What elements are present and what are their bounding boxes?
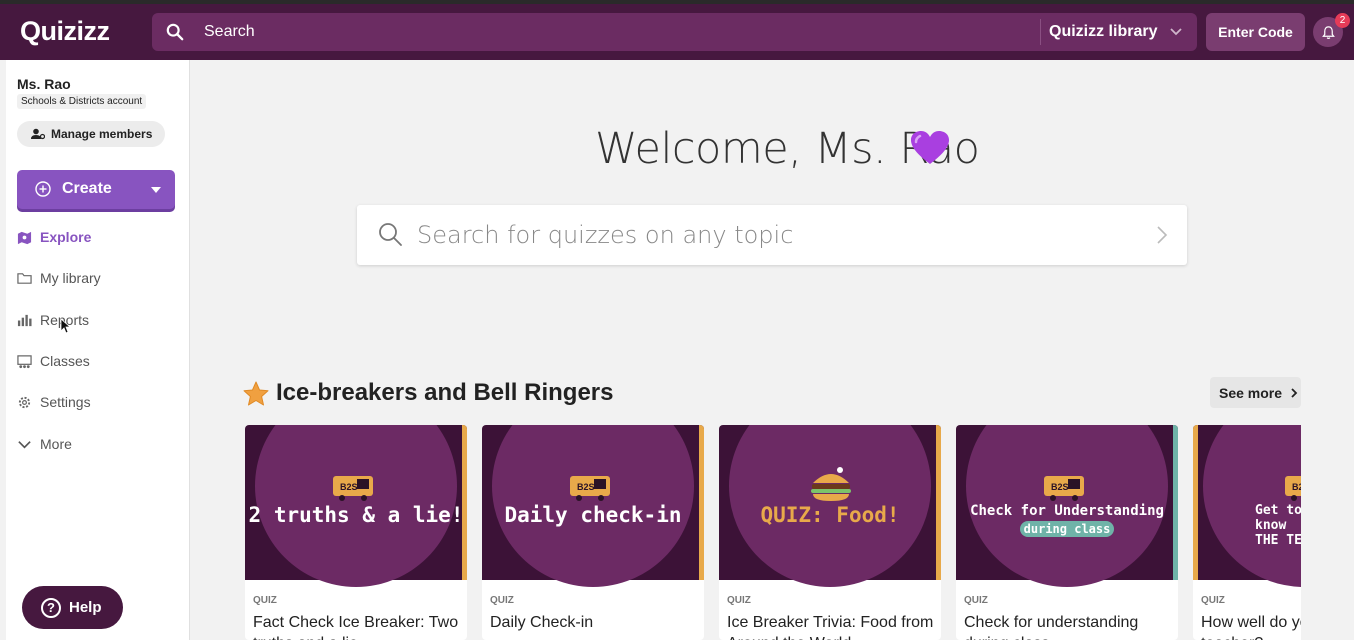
sidebar-item-my-library[interactable]: My library <box>17 266 101 290</box>
enter-code-button[interactable]: Enter Code <box>1206 13 1305 51</box>
user-name: Ms. Rao <box>17 76 71 92</box>
manage-members-label: Manage members <box>51 127 153 141</box>
explore-icon <box>17 231 32 244</box>
user-settings-icon <box>31 128 45 140</box>
chevron-right-icon[interactable] <box>1155 225 1169 245</box>
star-icon <box>243 381 269 406</box>
create-label: Create <box>62 180 112 197</box>
bus-icon: B2S <box>570 476 610 501</box>
card-type-label: QUIZ <box>490 595 514 606</box>
chevron-down-icon <box>18 440 31 449</box>
card-type-label: QUIZ <box>964 595 988 606</box>
card-title: Fact Check Ice Breaker: Two truths and a… <box>253 614 459 640</box>
help-label: Help <box>69 599 102 616</box>
chevron-right-icon <box>1291 387 1298 398</box>
notification-badge: 2 <box>1335 13 1350 28</box>
section-title: Ice-breakers and Bell Ringers <box>276 379 614 406</box>
sidebar-item-label: Settings <box>40 394 91 410</box>
svg-text:B2S: B2S <box>340 482 358 492</box>
quiz-thumbnail: B2S Daily check-in <box>482 425 704 587</box>
svg-text:B2S: B2S <box>1051 482 1069 492</box>
thumbnail-text: Daily check-in <box>504 503 682 527</box>
thumbnail-text: Get to know THE TE <box>1255 503 1301 548</box>
classes-icon <box>17 354 32 368</box>
sidebar-item-settings[interactable]: Settings <box>17 390 91 414</box>
library-select[interactable]: Quizizz library <box>1049 23 1157 41</box>
quiz-card[interactable]: B2S Check for Understanding during class… <box>956 425 1178 640</box>
reports-icon <box>17 314 32 326</box>
sidebar-item-more[interactable]: More <box>17 432 72 456</box>
sidebar-item-label: More <box>40 436 72 452</box>
purple-heart-icon <box>911 131 949 164</box>
quiz-thumbnail: B2S Get to know THE TE <box>1193 425 1301 587</box>
help-button[interactable]: ? Help <box>22 586 123 629</box>
card-type-label: QUIZ <box>727 595 751 606</box>
bus-icon: B2S <box>1044 476 1084 501</box>
quiz-search-bar[interactable]: Search for quizzes on any topic <box>357 205 1187 265</box>
chevron-down-icon[interactable] <box>1169 25 1183 39</box>
see-more-button[interactable]: See more <box>1210 377 1301 408</box>
quiz-thumbnail: B2S Check for Understanding during class <box>956 425 1178 587</box>
see-more-label: See more <box>1219 384 1283 401</box>
search-icon <box>166 23 184 41</box>
global-search-input[interactable]: Search <box>204 23 255 41</box>
card-title: Daily Check-in <box>490 614 594 631</box>
quizizz-logo[interactable]: Quizizz <box>20 16 110 47</box>
bus-icon: B2S <box>333 476 373 501</box>
quiz-card-row: B2S 2 truths & a lie! QUIZ Fact Check Ic… <box>245 425 1301 640</box>
bus-icon: B2S <box>1285 476 1301 501</box>
sidebar-item-label: Classes <box>40 353 90 369</box>
svg-text:B2S: B2S <box>577 482 595 492</box>
card-type-label: QUIZ <box>253 595 277 606</box>
sidebar-item-explore[interactable]: Explore <box>17 225 91 249</box>
quiz-thumbnail: QUIZ: Food! <box>719 425 941 587</box>
thumbnail-text: 2 truths & a lie! <box>248 503 464 527</box>
quiz-search-input[interactable]: Search for quizzes on any topic <box>417 221 793 249</box>
manage-members-button[interactable]: Manage members <box>17 121 165 147</box>
sidebar-item-label: Explore <box>40 229 92 245</box>
top-bar: Quizizz Search Quizizz library Enter Cod… <box>0 0 1354 60</box>
folder-icon <box>17 272 32 284</box>
sidebar-item-reports[interactable]: Reports <box>17 308 89 332</box>
quiz-card[interactable]: B2S Get to know THE TE QUIZ How well do … <box>1193 425 1301 640</box>
sidebar: Ms. Rao Schools & Districts account Mana… <box>6 60 190 640</box>
card-title: How well do you know your teacher? <box>1201 614 1301 640</box>
burger-icon <box>811 467 851 501</box>
svg-text:B2S: B2S <box>1292 482 1301 492</box>
quiz-card[interactable]: B2S 2 truths & a lie! QUIZ Fact Check Ic… <box>245 425 467 640</box>
sidebar-item-classes[interactable]: Classes <box>17 349 90 373</box>
quiz-card[interactable]: QUIZ: Food! QUIZ Ice Breaker Trivia: Foo… <box>719 425 941 640</box>
create-button[interactable]: Create <box>17 170 175 209</box>
quiz-card[interactable]: B2S Daily check-in QUIZ Daily Check-in <box>482 425 704 640</box>
bell-icon <box>1321 25 1335 39</box>
thumbnail-edge <box>1193 425 1198 580</box>
caret-down-icon[interactable] <box>151 187 161 193</box>
search-divider <box>1040 19 1041 45</box>
question-icon: ? <box>41 597 61 618</box>
mouse-cursor-icon <box>60 318 70 334</box>
global-search-bar[interactable]: Search Quizizz library <box>152 13 1197 51</box>
card-title: Check for understanding during class <box>964 614 1139 640</box>
thumbnail-subtext: during class <box>1020 521 1114 537</box>
card-type-label: QUIZ <box>1201 595 1225 606</box>
plus-circle-icon <box>35 181 51 197</box>
thumbnail-text: Check for Understanding <box>970 503 1164 519</box>
quiz-thumbnail: B2S 2 truths & a lie! <box>245 425 467 587</box>
card-title: Ice Breaker Trivia: Food from Around the… <box>727 614 934 640</box>
search-icon <box>379 223 402 246</box>
account-type-badge: Schools & Districts account <box>17 94 147 109</box>
gear-icon <box>18 396 31 408</box>
sidebar-item-label: My library <box>40 270 101 286</box>
thumbnail-text: QUIZ: Food! <box>760 503 900 527</box>
